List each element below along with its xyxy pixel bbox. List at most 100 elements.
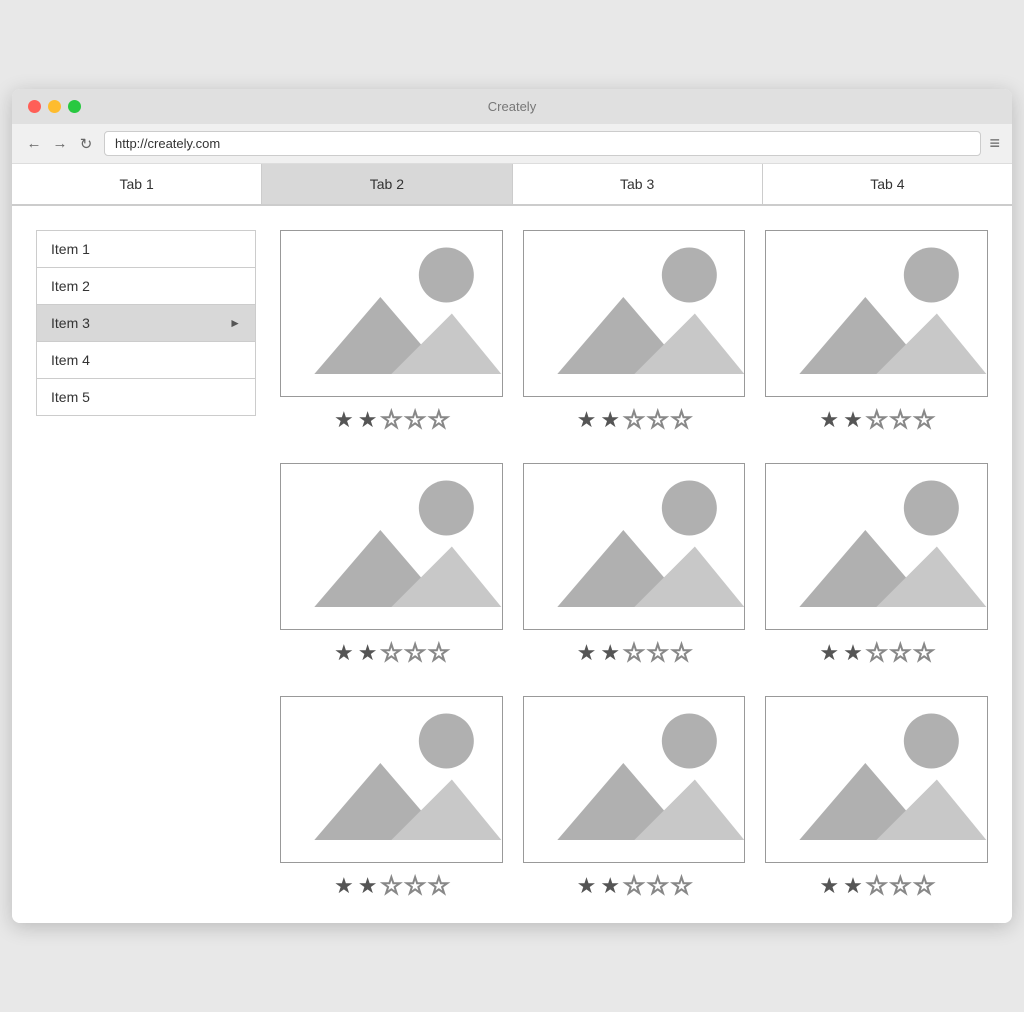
star-2: ★ [843,407,863,433]
star-5: ★ [672,873,692,899]
star-3: ★ [381,873,401,899]
star-4: ★ [648,873,668,899]
refresh-button[interactable]: ↻ [76,135,96,153]
star-2: ★ [843,873,863,899]
star-4: ★ [891,640,911,666]
star-3: ★ [624,873,644,899]
browser-window: Creately ← → ↻ http://creately.com ≡ Tab… [12,89,1012,923]
sidebar-item-2[interactable]: Item 2 [37,268,255,305]
image-placeholder [765,230,988,397]
grid-area: ★ ★ ★ ★ ★ [280,230,988,899]
star-4: ★ [648,407,668,433]
star-5: ★ [672,640,692,666]
tab-2[interactable]: Tab 2 [262,164,512,204]
sidebar-item-3[interactable]: Item 3 ► [37,305,255,342]
tabs-bar: Tab 1 Tab 2 Tab 3 Tab 4 [12,164,1012,206]
grid-cell-3-1: ★ ★ ★ ★ ★ [280,696,503,899]
tab-3[interactable]: Tab 3 [513,164,763,204]
forward-button[interactable]: → [50,135,70,153]
image-placeholder [765,463,988,630]
image-placeholder [280,696,503,863]
star-5: ★ [429,640,449,666]
star-5: ★ [429,407,449,433]
star-3: ★ [867,873,887,899]
star-2: ★ [358,407,378,433]
sidebar-item-1[interactable]: Item 1 [37,231,255,268]
rating-stars-2-1[interactable]: ★ ★ ★ ★ ★ [334,640,449,666]
url-input[interactable]: http://creately.com [104,131,981,156]
star-5: ★ [914,873,934,899]
grid-cell-2-2: ★ ★ ★ ★ ★ [523,463,746,666]
maximize-button[interactable] [68,100,81,113]
star-1: ★ [577,873,597,899]
address-bar: ← → ↻ http://creately.com ≡ [12,124,1012,164]
content-area: Item 1 Item 2 Item 3 ► Item 4 Item 5 [12,206,1012,923]
star-5: ★ [429,873,449,899]
star-1: ★ [334,873,354,899]
grid-cell-3-2: ★ ★ ★ ★ ★ [523,696,746,899]
star-3: ★ [867,407,887,433]
rating-stars-1-1[interactable]: ★ ★ ★ ★ ★ [334,407,449,433]
nav-buttons: ← → ↻ [24,135,96,153]
image-placeholder [523,230,746,397]
star-1: ★ [577,407,597,433]
rating-stars-1-2[interactable]: ★ ★ ★ ★ ★ [577,407,692,433]
rating-stars-3-3[interactable]: ★ ★ ★ ★ ★ [819,873,934,899]
close-button[interactable] [28,100,41,113]
grid-cell-3-3: ★ ★ ★ ★ ★ [765,696,988,899]
sidebar: Item 1 Item 2 Item 3 ► Item 4 Item 5 [36,230,256,899]
star-2: ★ [358,640,378,666]
grid-row-3: ★ ★ ★ ★ ★ [280,696,988,899]
back-button[interactable]: ← [24,135,44,153]
grid-cell-1-1: ★ ★ ★ ★ ★ [280,230,503,433]
tab-1[interactable]: Tab 1 [12,164,262,204]
grid-row-1: ★ ★ ★ ★ ★ [280,230,988,433]
image-placeholder [523,463,746,630]
grid-cell-1-3: ★ ★ ★ ★ ★ [765,230,988,433]
menu-list: Item 1 Item 2 Item 3 ► Item 4 Item 5 [36,230,256,416]
window-controls [28,100,81,113]
star-5: ★ [672,407,692,433]
grid-cell-2-1: ★ ★ ★ ★ ★ [280,463,503,666]
image-placeholder [280,463,503,630]
rating-stars-2-2[interactable]: ★ ★ ★ ★ ★ [577,640,692,666]
browser-menu-button[interactable]: ≡ [989,133,1000,154]
star-2: ★ [600,873,620,899]
star-4: ★ [405,407,425,433]
star-3: ★ [867,640,887,666]
tab-4[interactable]: Tab 4 [763,164,1012,204]
minimize-button[interactable] [48,100,61,113]
star-1: ★ [334,407,354,433]
rating-stars-3-2[interactable]: ★ ★ ★ ★ ★ [577,873,692,899]
star-4: ★ [405,873,425,899]
star-1: ★ [819,407,839,433]
star-5: ★ [914,640,934,666]
image-placeholder [280,230,503,397]
title-bar: Creately [12,89,1012,124]
rating-stars-2-3[interactable]: ★ ★ ★ ★ ★ [819,640,934,666]
star-1: ★ [819,873,839,899]
chevron-right-icon: ► [229,316,241,330]
star-3: ★ [624,640,644,666]
grid-cell-1-2: ★ ★ ★ ★ ★ [523,230,746,433]
star-3: ★ [381,640,401,666]
star-4: ★ [891,873,911,899]
sidebar-item-4[interactable]: Item 4 [37,342,255,379]
image-placeholder [765,696,988,863]
star-2: ★ [600,640,620,666]
rating-stars-3-1[interactable]: ★ ★ ★ ★ ★ [334,873,449,899]
rating-stars-1-3[interactable]: ★ ★ ★ ★ ★ [819,407,934,433]
star-3: ★ [381,407,401,433]
image-placeholder [523,696,746,863]
star-2: ★ [843,640,863,666]
star-2: ★ [358,873,378,899]
star-1: ★ [819,640,839,666]
star-4: ★ [891,407,911,433]
window-title: Creately [488,99,536,114]
star-1: ★ [334,640,354,666]
grid-cell-2-3: ★ ★ ★ ★ ★ [765,463,988,666]
sidebar-item-5[interactable]: Item 5 [37,379,255,415]
star-4: ★ [405,640,425,666]
star-4: ★ [648,640,668,666]
star-1: ★ [577,640,597,666]
